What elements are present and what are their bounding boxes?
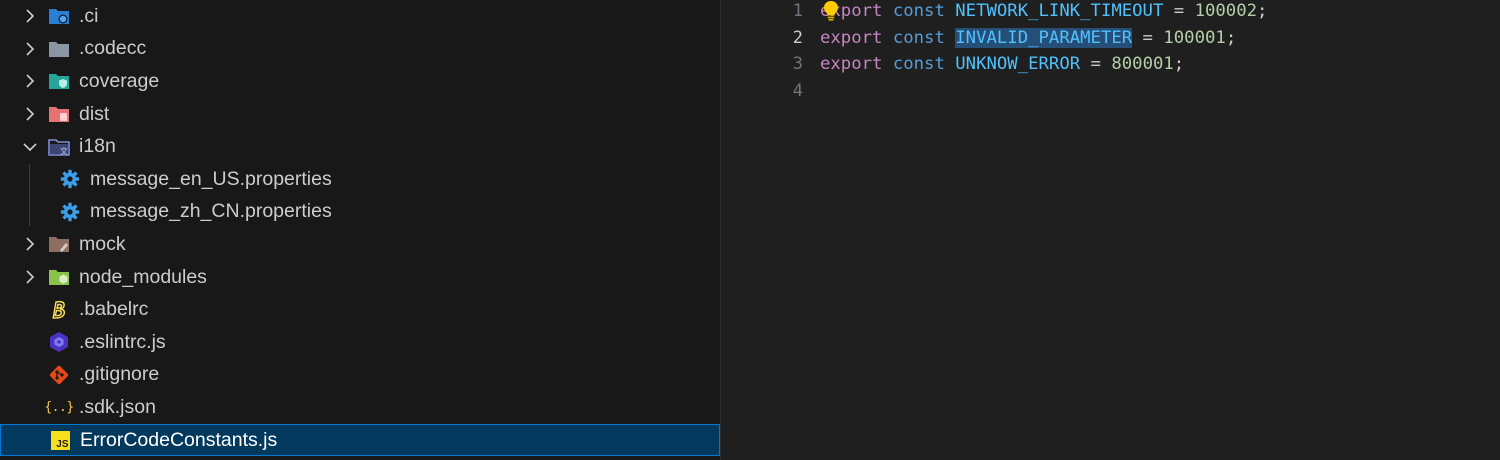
keyword-export: export	[820, 54, 883, 74]
tree-item-label: .codecc	[79, 37, 147, 60]
tree-item-label: .ci	[79, 4, 99, 27]
chevron-right-icon[interactable]	[20, 104, 40, 124]
tree-item-codecc-folder[interactable]: .codecc	[0, 33, 720, 66]
folder-i18n-icon: 文	[47, 136, 71, 158]
tree-item-label: .babelrc	[79, 298, 149, 321]
folder-icon	[47, 38, 71, 60]
eslint-icon	[47, 331, 71, 353]
tree-item-message-zh-cn[interactable]: message_zh_CN.properties	[0, 196, 720, 229]
operator: =	[1132, 27, 1164, 48]
js-badge: JS	[50, 430, 70, 450]
tree-item-label: i18n	[79, 135, 116, 158]
semicolon: ;	[1173, 54, 1185, 74]
tree-item-mock-folder[interactable]: mock	[0, 228, 720, 261]
code-line[interactable]: export const INVALID_PARAMETER = 100001;	[820, 27, 1237, 48]
gear-icon	[58, 168, 82, 190]
code-editor[interactable]: 1 2 3 4 export const NETWORK_LINK_TIMEOU…	[721, 0, 1500, 460]
tree-item-label: .sdk.json	[79, 395, 156, 418]
number-literal: 800001	[1111, 54, 1174, 74]
line-number: 1	[792, 1, 803, 21]
svg-text:文: 文	[60, 146, 68, 156]
folder-coverage-icon	[47, 70, 71, 92]
chevron-right-icon[interactable]	[20, 71, 40, 91]
tree-item-label: dist	[79, 102, 110, 125]
operator: =	[1163, 1, 1195, 21]
constant-name[interactable]: UNKNOW_ERROR	[955, 54, 1080, 74]
keyword-const: const	[892, 27, 945, 48]
tree-item-i18n-folder[interactable]: 文 i18n	[0, 130, 720, 163]
tree-item-label: .eslintrc.js	[79, 330, 166, 353]
semicolon: ;	[1225, 27, 1237, 48]
chevron-right-icon[interactable]	[20, 6, 40, 26]
keyword-export: export	[820, 27, 883, 48]
tree-item-ci-folder[interactable]: .ci	[0, 0, 720, 33]
tree-item-babelrc[interactable]: .babelrc	[0, 293, 720, 326]
constant-name-highlighted[interactable]: INVALID_PARAMETER	[955, 27, 1133, 48]
tree-item-label: message_en_US.properties	[90, 167, 332, 190]
javascript-icon: JS	[48, 429, 72, 451]
git-icon	[47, 364, 71, 386]
chevron-right-icon[interactable]	[20, 267, 40, 287]
keyword-const: const	[892, 54, 945, 74]
chevron-down-icon[interactable]	[20, 137, 40, 157]
folder-mock-icon	[47, 233, 71, 255]
folder-ci-icon	[47, 5, 71, 27]
tree-item-eslintrc[interactable]: .eslintrc.js	[0, 326, 720, 359]
semicolon: ;	[1257, 1, 1268, 21]
tree-item-node-modules-folder[interactable]: node_modules	[0, 261, 720, 294]
number-literal: 100001	[1163, 27, 1226, 48]
lightbulb-icon[interactable]	[822, 0, 840, 22]
tree-item-label: coverage	[79, 69, 160, 92]
code-line[interactable]: export const NETWORK_LINK_TIMEOUT = 1000…	[820, 1, 1267, 21]
tree-item-error-code-constants[interactable]: JS ErrorCodeConstants.js	[0, 423, 720, 457]
keyword-const: const	[892, 1, 945, 21]
tree-item-label: message_zh_CN.properties	[90, 200, 332, 223]
line-number: 3	[792, 54, 803, 74]
tree-item-label: mock	[79, 232, 126, 255]
tree-item-message-en-us[interactable]: message_en_US.properties	[0, 163, 720, 196]
tree-item-label: .gitignore	[79, 363, 160, 386]
constant-name[interactable]: NETWORK_LINK_TIMEOUT	[955, 1, 1163, 21]
code-line[interactable]: export const UNKNOW_ERROR = 800001;	[820, 54, 1184, 74]
folder-node-icon	[47, 266, 71, 288]
babel-icon	[47, 299, 71, 321]
line-number: 4	[792, 80, 803, 101]
tree-item-dist-folder[interactable]: dist	[0, 98, 720, 131]
json-badge: {..}	[44, 399, 74, 415]
json-icon: {..}	[44, 396, 74, 418]
file-explorer: .ci .codecc coverage dist 文 i18n message…	[0, 0, 720, 460]
gear-icon	[58, 201, 82, 223]
tree-item-gitignore[interactable]: .gitignore	[0, 359, 720, 392]
chevron-right-icon[interactable]	[20, 39, 40, 59]
tree-item-sdk-json[interactable]: {..} .sdk.json	[0, 391, 720, 424]
tree-item-label: ErrorCodeConstants.js	[80, 428, 278, 451]
number-literal: 100002	[1194, 1, 1258, 21]
tree-item-label: node_modules	[79, 265, 207, 288]
chevron-right-icon[interactable]	[20, 234, 40, 254]
folder-dist-icon	[47, 103, 71, 125]
operator: =	[1080, 54, 1112, 74]
tree-item-coverage-folder[interactable]: coverage	[0, 65, 720, 98]
line-number-active: 2	[792, 27, 803, 48]
